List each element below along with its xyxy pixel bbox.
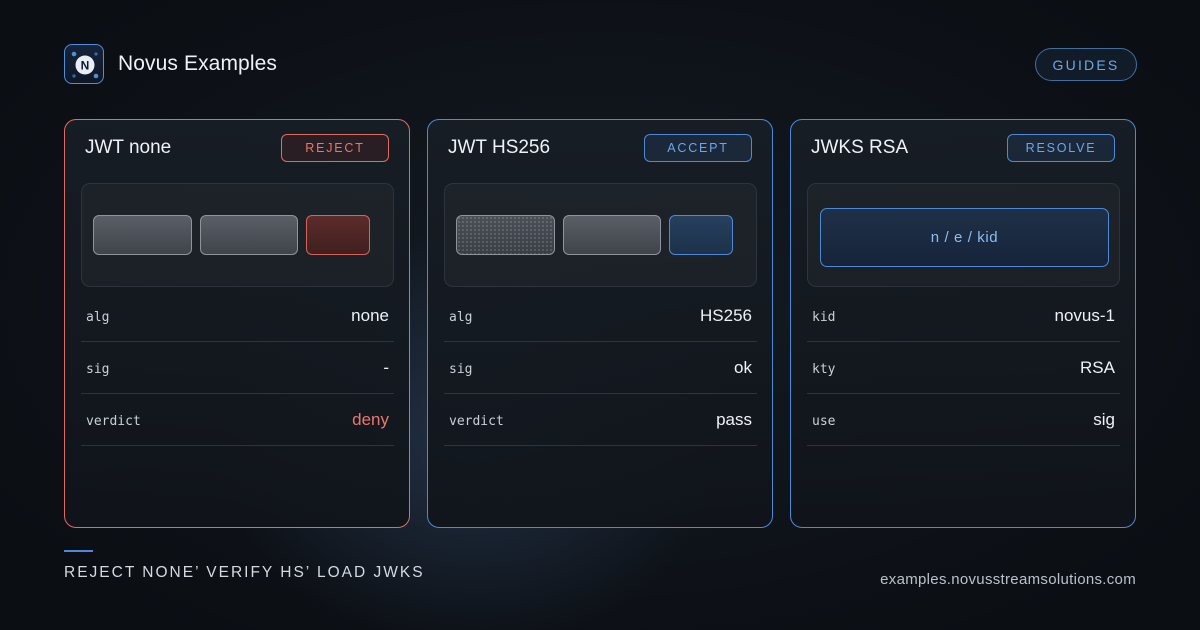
token-signature-segment bbox=[306, 215, 370, 255]
jwks-key-box: n / e / kid bbox=[820, 208, 1109, 267]
footer-caption: REJECT NONE’ VERIFY HS’ LOAD JWKS bbox=[64, 564, 425, 581]
logo-letter: N bbox=[81, 59, 90, 73]
row-key: alg bbox=[449, 310, 473, 325]
guides-button[interactable]: GUIDES bbox=[1035, 48, 1137, 81]
card-title: JWT none bbox=[85, 137, 172, 158]
table-row: verdict deny bbox=[81, 394, 394, 446]
verdict-value: pass bbox=[716, 410, 752, 429]
row-key: sig bbox=[449, 362, 473, 377]
table-row: sig - bbox=[81, 342, 394, 394]
row-key: alg bbox=[86, 310, 110, 325]
table-row: use sig bbox=[807, 394, 1120, 446]
row-key: verdict bbox=[86, 414, 141, 429]
jwks-panel: n / e / kid bbox=[807, 183, 1120, 287]
card-jwt-none: JWT none REJECT alg none sig - verdict d… bbox=[64, 119, 410, 528]
row-value: novus-1 bbox=[1054, 306, 1115, 325]
footer-url-link[interactable]: examples.novusstreamsolutions.com bbox=[880, 571, 1136, 588]
row-key: verdict bbox=[449, 414, 504, 429]
card-title: JWT HS256 bbox=[448, 137, 551, 158]
accept-badge[interactable]: ACCEPT bbox=[644, 134, 752, 162]
table-row: alg none bbox=[81, 290, 394, 342]
row-key: use bbox=[812, 414, 836, 429]
row-value: - bbox=[383, 358, 389, 377]
verdict-value: deny bbox=[352, 410, 389, 429]
row-value: RSA bbox=[1080, 358, 1115, 377]
resolve-badge[interactable]: RESOLVE bbox=[1007, 134, 1115, 162]
table-row: kid novus-1 bbox=[807, 290, 1120, 342]
footer-accent-line bbox=[64, 550, 93, 552]
row-key: sig bbox=[86, 362, 110, 377]
token-segments-panel bbox=[444, 183, 757, 287]
row-key: kid bbox=[812, 310, 836, 325]
row-key: kty bbox=[812, 362, 836, 377]
card-title: JWKS RSA bbox=[811, 137, 909, 158]
table-row: sig ok bbox=[444, 342, 757, 394]
card-jwks-rsa: JWKS RSA RESOLVE n / e / kid kid novus-1… bbox=[790, 119, 1136, 528]
row-value: none bbox=[351, 306, 389, 325]
token-payload-segment bbox=[200, 215, 298, 255]
token-signature-segment bbox=[669, 215, 733, 255]
logo-icon: N bbox=[64, 44, 104, 84]
reject-badge[interactable]: REJECT bbox=[281, 134, 389, 162]
table-row: verdict pass bbox=[444, 394, 757, 446]
table-row: kty RSA bbox=[807, 342, 1120, 394]
row-value: HS256 bbox=[700, 306, 752, 325]
token-header-segment bbox=[93, 215, 192, 255]
brand-title: Novus Examples bbox=[118, 52, 277, 75]
row-value: sig bbox=[1093, 410, 1115, 429]
table-row: alg HS256 bbox=[444, 290, 757, 342]
row-value: ok bbox=[734, 358, 752, 377]
token-payload-segment bbox=[563, 215, 661, 255]
card-jwt-hs256: JWT HS256 ACCEPT alg HS256 sig ok verdic… bbox=[427, 119, 773, 528]
token-segments-panel bbox=[81, 183, 394, 287]
token-header-segment bbox=[456, 215, 555, 255]
